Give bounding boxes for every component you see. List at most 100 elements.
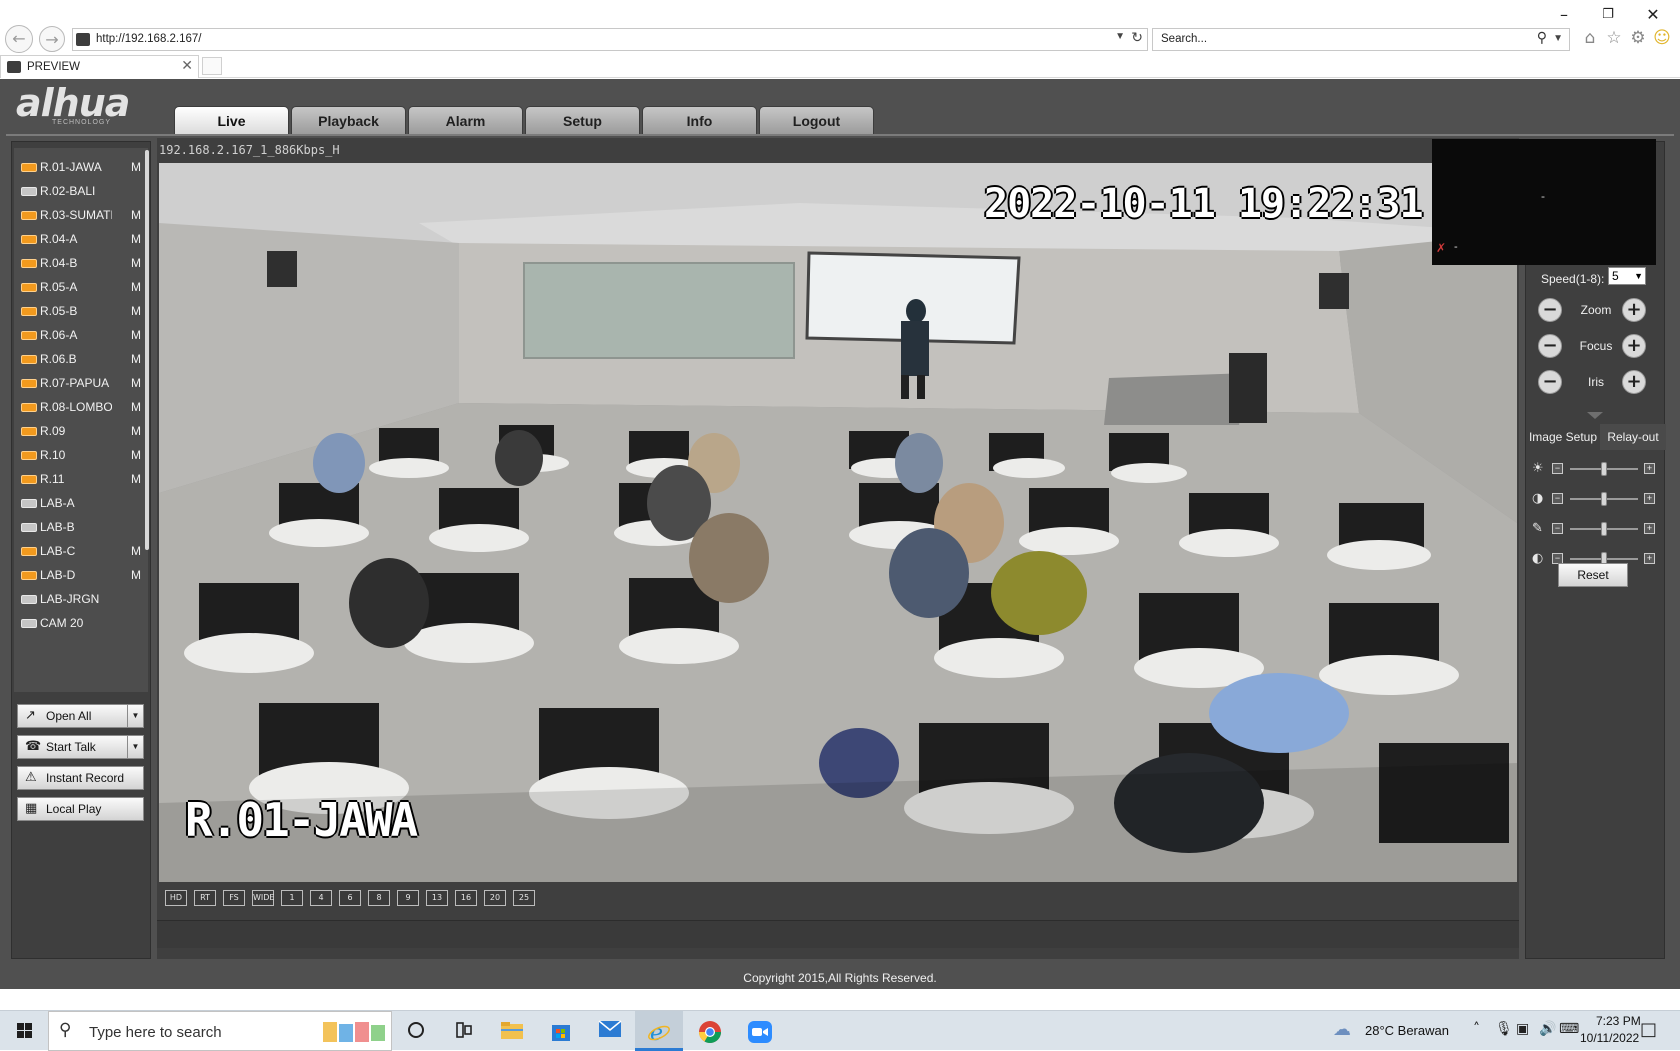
camera-item[interactable]: LAB-C M xyxy=(18,540,143,562)
zoom-icon[interactable] xyxy=(736,1011,784,1051)
restore-icon[interactable]: ❐ xyxy=(1597,4,1619,26)
slider-decrease-button[interactable]: − xyxy=(1552,463,1563,474)
local-play-button[interactable]: ▦ Local Play xyxy=(17,797,144,821)
close-tab-icon[interactable]: ✕ xyxy=(181,58,193,74)
camera-item[interactable]: R.05-B M xyxy=(18,300,143,322)
camera-item[interactable]: R.11 M xyxy=(18,468,143,490)
camera-item[interactable]: LAB-A xyxy=(18,492,143,514)
notifications-icon[interactable]: □ xyxy=(1640,1019,1657,1040)
camera-item[interactable]: R.04-A M xyxy=(18,228,143,250)
network-icon[interactable]: ▣ xyxy=(1516,1021,1529,1037)
home-icon[interactable]: ⌂ xyxy=(1579,27,1601,49)
camera-item[interactable]: R.06.B M xyxy=(18,348,143,370)
tab-alarm[interactable]: Alarm xyxy=(408,106,523,134)
layout-button-4[interactable]: 4 xyxy=(310,890,332,906)
slider-increase-button[interactable]: + xyxy=(1644,523,1655,534)
layout-button-hd[interactable]: HD xyxy=(165,890,187,906)
instant-record-button[interactable]: ⚠ Instant Record xyxy=(17,766,144,790)
camera-item[interactable]: R.02-BALI xyxy=(18,180,143,202)
tab-playback[interactable]: Playback xyxy=(291,106,406,134)
camera-item[interactable]: LAB-B xyxy=(18,516,143,538)
refresh-icon[interactable]: ↻ xyxy=(1131,30,1143,46)
mail-icon[interactable] xyxy=(586,1011,634,1051)
open-all-button[interactable]: ↗ Open All ▼ xyxy=(17,704,144,728)
start-talk-button[interactable]: ☎ Start Talk ▼ xyxy=(17,735,144,759)
camera-item[interactable]: LAB-JRGN xyxy=(18,588,143,610)
weather-text[interactable]: 28°C Berawan xyxy=(1365,1023,1449,1038)
iris-plus-button[interactable]: + xyxy=(1622,370,1646,394)
chrome-icon[interactable] xyxy=(686,1011,734,1051)
layout-button-13[interactable]: 13 xyxy=(426,890,448,906)
start-button[interactable] xyxy=(0,1011,48,1051)
camera-stream-flag[interactable]: M xyxy=(131,540,141,562)
clock-date[interactable]: 10/11/2022 xyxy=(1580,1031,1639,1045)
layout-button-16[interactable]: 16 xyxy=(455,890,477,906)
slider-thumb[interactable] xyxy=(1601,462,1607,476)
zoom-minus-button[interactable]: − xyxy=(1538,298,1562,322)
address-url[interactable]: http://192.168.2.167/ xyxy=(96,33,202,45)
new-tab-button[interactable] xyxy=(202,57,222,75)
camera-item[interactable]: R.06-A M xyxy=(18,324,143,346)
microphone-icon[interactable]: 🎙 xyxy=(1495,1021,1513,1037)
tab-preview[interactable]: PREVIEW ✕ xyxy=(0,55,199,78)
camera-item[interactable]: R.08-LOMBOK M xyxy=(18,396,143,418)
zoom-plus-button[interactable]: + xyxy=(1622,298,1646,322)
input-language-icon[interactable]: ⌨ xyxy=(1559,1021,1579,1037)
search-icon[interactable]: ⚲ xyxy=(1537,30,1547,46)
back-icon[interactable]: ← xyxy=(5,25,33,53)
camera-item[interactable]: LAB-D M xyxy=(18,564,143,586)
camera-list-scrollbar[interactable] xyxy=(145,150,149,550)
camera-stream-flag[interactable]: M xyxy=(131,348,141,370)
tab-live[interactable]: Live xyxy=(174,106,289,134)
task-view-icon[interactable] xyxy=(440,1011,488,1051)
camera-stream-flag[interactable]: M xyxy=(131,564,141,586)
camera-item[interactable]: R.01-JAWA M xyxy=(18,156,143,178)
tab-relay-out[interactable]: Relay-out xyxy=(1600,424,1666,450)
chevron-down-icon[interactable]: ▼ xyxy=(127,704,143,728)
live-video[interactable]: 2022-10-11 19:22:31 R.01-JAWA xyxy=(159,163,1517,882)
layout-button-wide[interactable]: WIDE xyxy=(252,890,274,906)
mute-icon[interactable]: ✗ xyxy=(1436,241,1446,255)
camera-stream-flag[interactable]: M xyxy=(131,300,141,322)
camera-stream-flag[interactable]: M xyxy=(131,420,141,442)
camera-stream-flag[interactable]: M xyxy=(131,396,141,418)
browser-search-box[interactable]: Search... ⚲ ▼ xyxy=(1152,28,1570,51)
ie-icon[interactable]: e xyxy=(635,1011,683,1051)
slider-increase-button[interactable]: + xyxy=(1644,553,1655,564)
tab-info[interactable]: Info xyxy=(642,106,757,134)
favorites-star-icon[interactable]: ☆ xyxy=(1603,27,1625,49)
camera-stream-flag[interactable]: M xyxy=(131,252,141,274)
camera-stream-flag[interactable]: M xyxy=(131,276,141,298)
camera-stream-flag[interactable]: M xyxy=(131,372,141,394)
collapse-arrow-icon[interactable] xyxy=(1587,412,1603,419)
search-dropdown-icon[interactable]: ▼ xyxy=(1553,33,1563,44)
tab-image-setup[interactable]: Image Setup xyxy=(1526,424,1600,450)
clock-time[interactable]: 7:23 PM xyxy=(1596,1014,1641,1028)
slider-decrease-button[interactable]: − xyxy=(1552,493,1563,504)
layout-button-rt[interactable]: RT xyxy=(194,890,216,906)
show-hidden-icons-icon[interactable]: ˄ xyxy=(1473,1021,1480,1037)
layout-button-6[interactable]: 6 xyxy=(339,890,361,906)
taskbar-search-placeholder[interactable]: Type here to search xyxy=(89,1024,222,1041)
address-bar[interactable]: http://192.168.2.167/ ▼ ↻ xyxy=(72,28,1148,51)
volume-icon[interactable]: 🔊 xyxy=(1539,1021,1556,1037)
camera-item[interactable]: R.07-PAPUA M xyxy=(18,372,143,394)
layout-button-20[interactable]: 20 xyxy=(484,890,506,906)
store-icon[interactable] xyxy=(537,1011,585,1051)
address-dropdown-icon[interactable]: ▼ xyxy=(1115,31,1125,42)
slider-increase-button[interactable]: + xyxy=(1644,463,1655,474)
focus-minus-button[interactable]: − xyxy=(1538,334,1562,358)
tab-setup[interactable]: Setup xyxy=(525,106,640,134)
tab-logout[interactable]: Logout xyxy=(759,106,874,134)
settings-gear-icon[interactable]: ⚙ xyxy=(1627,27,1649,49)
forward-icon[interactable]: → xyxy=(39,26,65,52)
layout-button-1[interactable]: 1 xyxy=(281,890,303,906)
camera-item[interactable]: R.10 M xyxy=(18,444,143,466)
minimize-icon[interactable]: – xyxy=(1553,4,1575,26)
camera-stream-flag[interactable]: M xyxy=(131,156,141,178)
browser-search-placeholder[interactable]: Search... xyxy=(1161,33,1207,45)
slider-thumb[interactable] xyxy=(1601,522,1607,536)
close-window-icon[interactable]: ✕ xyxy=(1642,4,1664,26)
camera-item[interactable]: R.04-B M xyxy=(18,252,143,274)
camera-stream-flag[interactable]: M xyxy=(131,204,141,226)
